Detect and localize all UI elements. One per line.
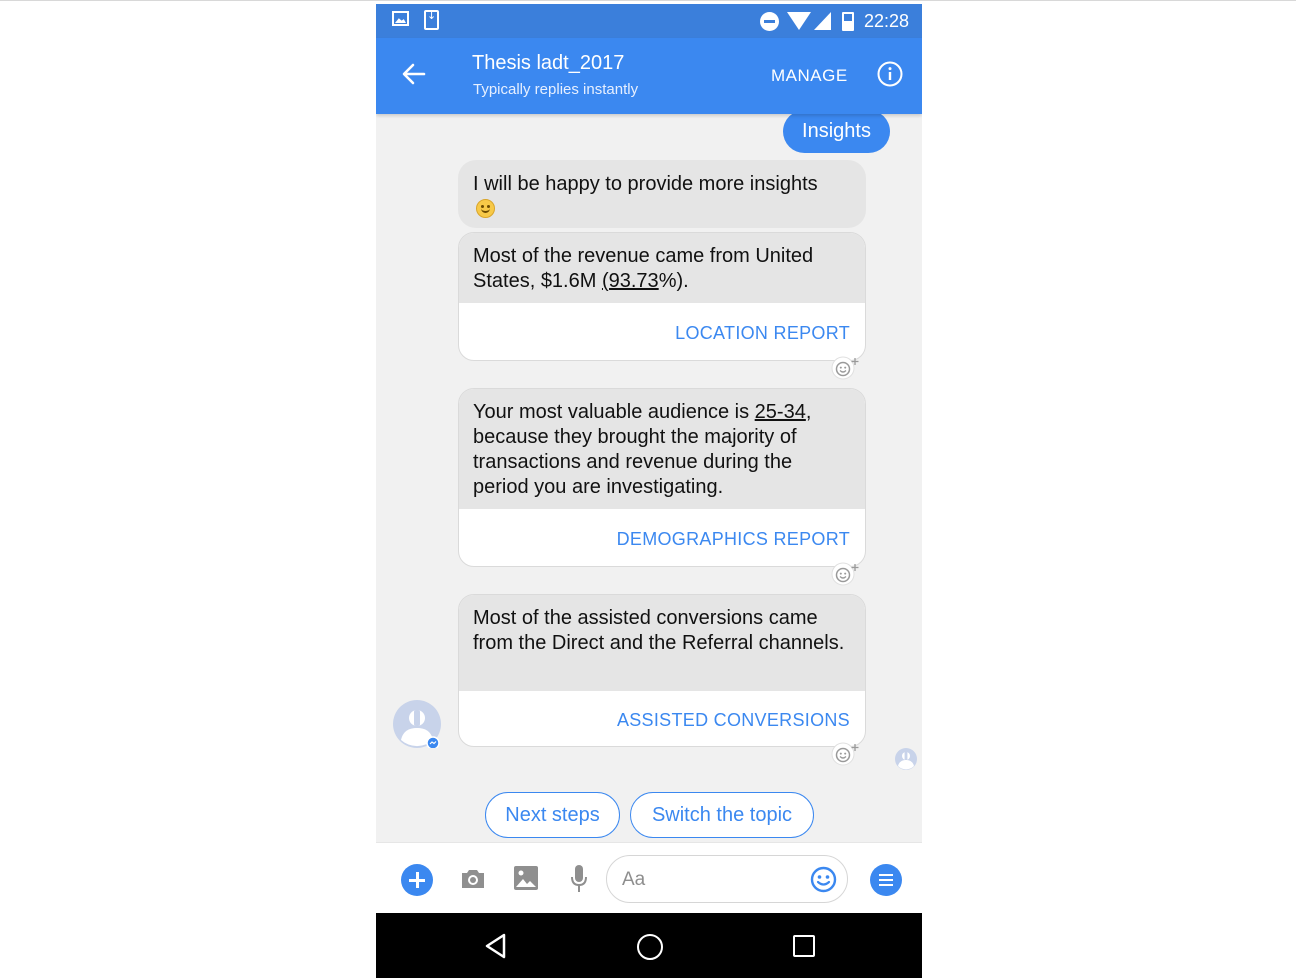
bot-card-demographics: Your most valuable audience is 25-34, be… xyxy=(458,388,866,567)
microphone-icon[interactable] xyxy=(569,863,589,895)
card-text: Most of the assisted conversions came fr… xyxy=(459,595,865,691)
user-message-bubble: Insights xyxy=(783,110,890,153)
square-recents-icon[interactable] xyxy=(793,935,815,957)
bot-avatar[interactable] xyxy=(393,700,441,748)
reaction-icon[interactable] xyxy=(829,741,861,767)
message-input[interactable]: Aa xyxy=(606,855,848,903)
download-notification-icon xyxy=(424,9,439,30)
status-time: 22:28 xyxy=(864,11,910,31)
message-composer: Aa xyxy=(376,842,922,914)
location-report-button[interactable]: LOCATION REPORT xyxy=(675,323,850,344)
gallery-notification-icon xyxy=(392,11,409,26)
bot-message-text: I will be happy to provide more insights xyxy=(473,173,818,195)
reaction-icon[interactable] xyxy=(829,355,861,381)
smiley-emoji-icon xyxy=(476,199,495,218)
audience-age-link[interactable]: 25-34 xyxy=(755,401,806,423)
card-text: Your most valuable audience is 25-34, be… xyxy=(459,389,865,509)
triangle-back-icon[interactable] xyxy=(484,933,508,959)
battery-icon xyxy=(842,12,854,31)
conversation-title[interactable]: Thesis ladt_2017 xyxy=(472,52,624,75)
quick-reply-switch-topic[interactable]: Switch the topic xyxy=(630,792,814,838)
android-navigation-bar xyxy=(376,913,922,978)
demographics-report-button[interactable]: DEMOGRAPHICS REPORT xyxy=(617,529,850,550)
image-icon[interactable] xyxy=(513,865,539,891)
menu-icon[interactable] xyxy=(870,864,902,896)
bot-card-conversions: Most of the assisted conversions came fr… xyxy=(458,594,866,747)
card-text: Most of the revenue came from United Sta… xyxy=(459,233,865,303)
info-icon[interactable] xyxy=(877,61,903,87)
seen-avatar-icon xyxy=(895,748,917,770)
page-top-border xyxy=(0,0,1296,1)
cell-signal-icon xyxy=(814,12,831,30)
do-not-disturb-icon xyxy=(760,12,779,31)
plus-icon[interactable] xyxy=(401,864,433,896)
message-input-placeholder: Aa xyxy=(622,869,646,890)
emoji-icon[interactable] xyxy=(810,866,837,893)
bot-message-bubble: I will be happy to provide more insights xyxy=(458,160,866,228)
back-arrow-icon[interactable] xyxy=(400,60,428,88)
assisted-conversions-button[interactable]: ASSISTED CONVERSIONS xyxy=(617,710,850,731)
wifi-icon xyxy=(787,12,811,30)
conversation-header: Thesis ladt_2017 Typically replies insta… xyxy=(376,38,922,114)
reaction-icon[interactable] xyxy=(829,561,861,587)
camera-icon[interactable] xyxy=(459,865,487,893)
quick-reply-next-steps[interactable]: Next steps xyxy=(485,792,620,838)
status-bar: 22:28 xyxy=(376,4,922,38)
percentage-link[interactable]: (93.73 xyxy=(602,270,659,292)
circle-home-icon[interactable] xyxy=(637,934,663,960)
bot-card-location: Most of the revenue came from United Sta… xyxy=(458,232,866,361)
conversation-subtitle: Typically replies instantly xyxy=(473,81,639,98)
phone-screen: 22:28 Thesis ladt_2017 Typically replies… xyxy=(376,4,922,978)
manage-button[interactable]: MANAGE xyxy=(771,66,848,86)
